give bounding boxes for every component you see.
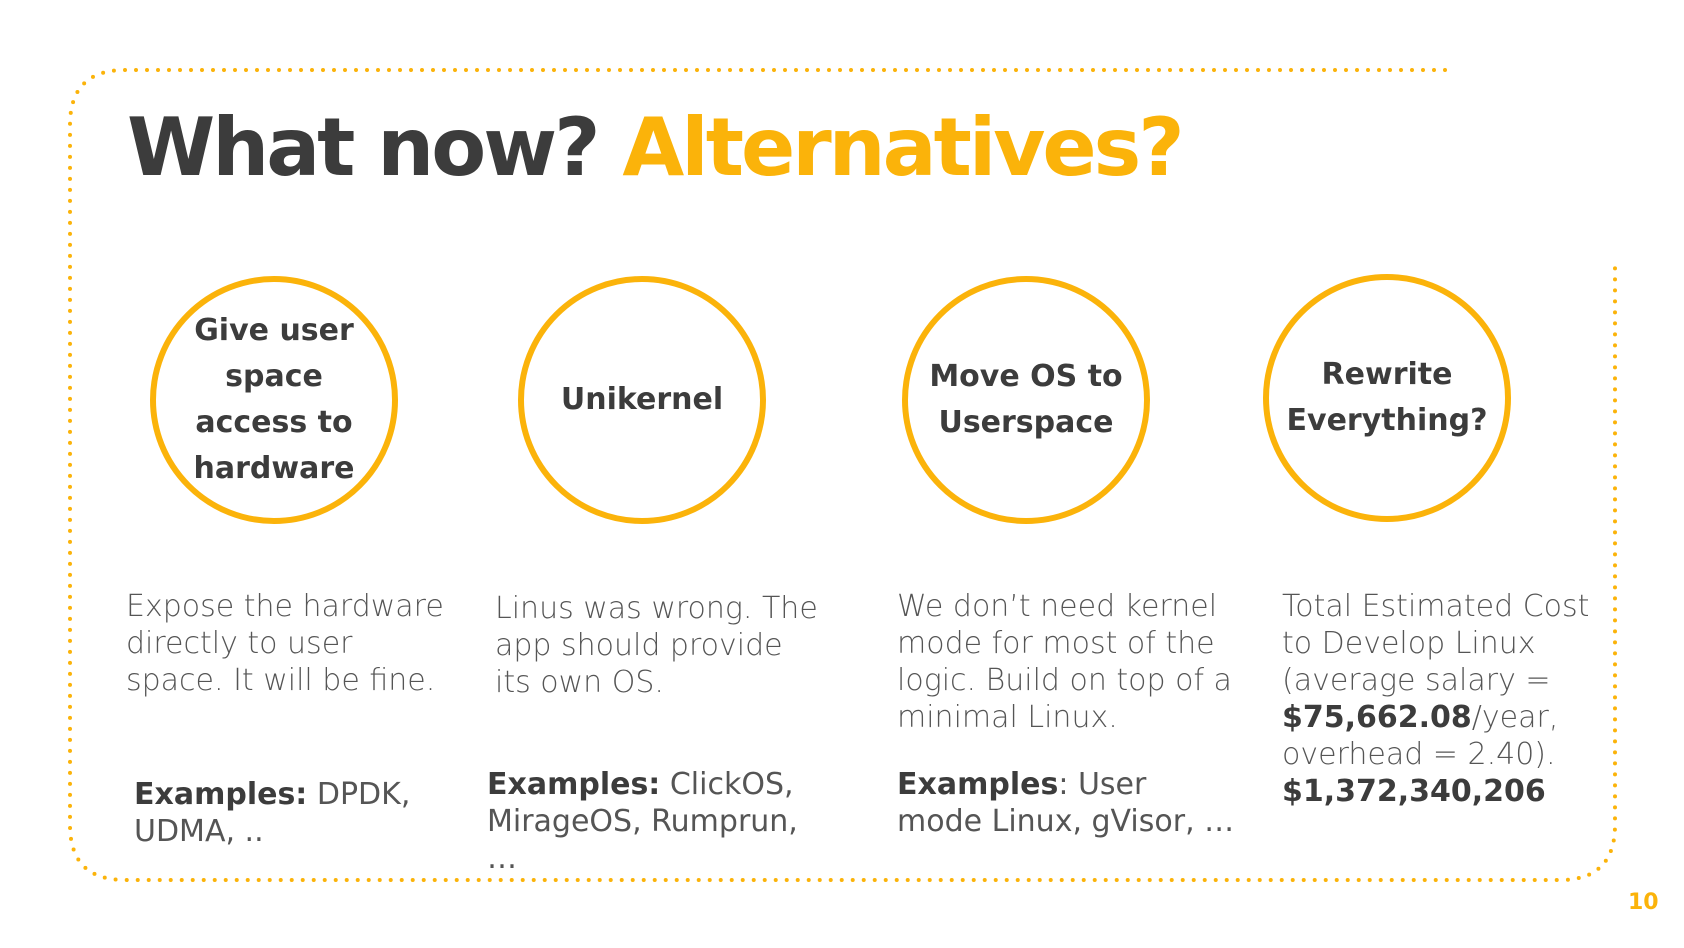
circle-label: Rewrite Everything? xyxy=(1286,357,1488,438)
examples-text: Examples: User mode Linux, gVisor, … xyxy=(897,766,1237,840)
examples-text: Examples: ClickOS, MirageOS, Rumprun, … xyxy=(487,766,827,877)
examples-text: Examples: DPDK, UDMA, .. xyxy=(134,776,454,850)
cost-estimate-text: Total Estimated Cost to Develop Linux (a… xyxy=(1282,589,1590,809)
circle-label: Give user space access to hardware xyxy=(193,313,355,486)
circle-unikernel: Unikernel xyxy=(518,276,766,524)
circle-move-os-userspace: Move OS to Userspace xyxy=(902,276,1150,524)
title-accent: Alternatives? xyxy=(622,101,1184,194)
slide-title: What now? Alternatives? xyxy=(127,92,1185,204)
circle-rewrite-everything: Rewrite Everything? xyxy=(1263,274,1511,522)
total-cost-value: $1,372,340,206 xyxy=(1282,774,1546,809)
examples-label: Examples xyxy=(897,767,1059,802)
examples-label: Examples: xyxy=(487,767,661,802)
circle-label: Unikernel xyxy=(560,382,724,417)
description-text: Linus was wrong. The app should provide … xyxy=(495,591,818,700)
examples-label: Examples: xyxy=(134,777,308,812)
title-main: What now? xyxy=(127,101,600,194)
salary-value: $75,662.08 xyxy=(1282,700,1472,735)
description-text: We don’t need kernel mode for most of th… xyxy=(897,589,1232,735)
circle-user-space-hardware: Give user space access to hardware xyxy=(150,276,398,524)
description-text: Expose the hardware directly to user spa… xyxy=(126,589,444,698)
page-number: 10 xyxy=(1628,890,1659,915)
circle-label: Move OS to Userspace xyxy=(929,359,1123,440)
